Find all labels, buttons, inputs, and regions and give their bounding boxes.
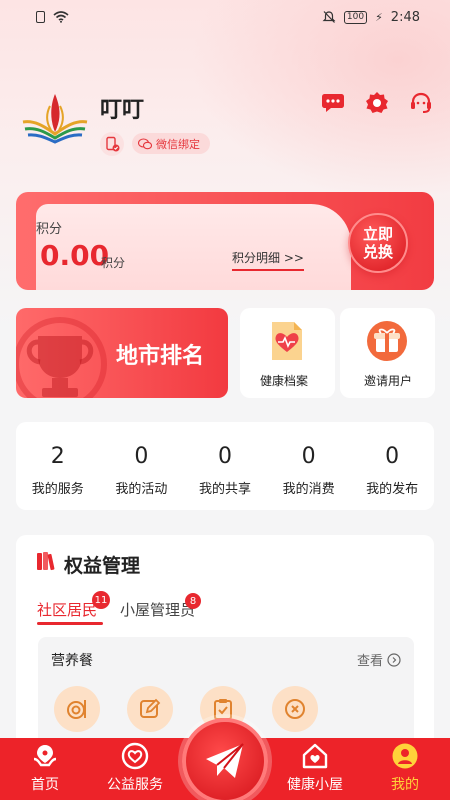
- nav-charity-label: 公益服务: [107, 777, 163, 793]
- phone-bound-badge[interactable]: [100, 132, 124, 156]
- home-icon: [33, 745, 57, 767]
- settings-button[interactable]: [364, 90, 390, 116]
- mute-icon: [322, 11, 336, 23]
- view-more-link[interactable]: 查看: [357, 650, 401, 669]
- organization-logo: [22, 94, 88, 144]
- meal-feature-button[interactable]: [54, 686, 100, 732]
- health-record-icon: [272, 322, 302, 360]
- stat-my-posts[interactable]: 0 我的发布: [350, 422, 434, 510]
- nav-profile[interactable]: 我的: [360, 738, 450, 800]
- paper-plane-icon: [206, 743, 244, 778]
- points-detail-link[interactable]: 积分明细 >>: [232, 249, 304, 271]
- customer-service-icon: [411, 92, 431, 113]
- username: 叮叮: [100, 98, 145, 123]
- profile-icon: [392, 743, 418, 769]
- cancel-feature-button[interactable]: [272, 686, 318, 732]
- nav-profile-label: 我的: [391, 777, 419, 793]
- message-icon: [322, 94, 344, 112]
- stat-value: 0: [385, 444, 400, 469]
- tab-house-admin[interactable]: 小屋管理员: [120, 599, 195, 620]
- view-more-label: 查看: [357, 654, 384, 669]
- city-ranking-label: 地市排名: [116, 344, 205, 369]
- books-icon: [37, 552, 55, 571]
- nav-health-house[interactable]: 健康小屋: [270, 738, 360, 800]
- cancel-circle-icon: [285, 699, 305, 719]
- charging-icon: ⚡: [375, 10, 383, 24]
- stat-value: 2: [50, 444, 65, 469]
- nav-charity[interactable]: 公益服务: [90, 738, 180, 800]
- tab-community-resident[interactable]: 社区居民: [37, 599, 97, 620]
- message-button[interactable]: [320, 90, 346, 116]
- rights-title: 权益管理: [64, 555, 141, 577]
- health-record-tile[interactable]: 健康档案: [240, 308, 335, 398]
- trophy-icon: [16, 317, 107, 398]
- chevron-right-icon: [387, 652, 401, 667]
- stat-my-activities[interactable]: 0 我的活动: [100, 422, 184, 510]
- phone-icon: [106, 136, 120, 152]
- health-record-label: 健康档案: [260, 374, 309, 388]
- wechat-bind-button[interactable]: 微信绑定: [132, 133, 210, 154]
- gift-icon: [367, 321, 407, 361]
- stat-value: 0: [217, 444, 232, 469]
- points-value: 0.00: [40, 239, 110, 272]
- edit-feature-button[interactable]: [127, 686, 173, 732]
- exchange-label-line1: 立即: [362, 225, 393, 243]
- stat-label: 我的共享: [198, 482, 251, 497]
- dining-icon: [67, 700, 86, 719]
- nav-home-label: 首页: [31, 777, 59, 793]
- nutrition-meal-title: 营养餐: [51, 653, 93, 669]
- sim-card-icon: [36, 11, 45, 23]
- stat-my-shares[interactable]: 0 我的共享: [183, 422, 267, 510]
- nav-health-house-label: 健康小屋: [287, 777, 343, 793]
- points-title: 积分: [36, 222, 63, 237]
- status-time: 2:48: [390, 9, 420, 25]
- invite-user-tile[interactable]: 邀请用户: [340, 308, 435, 398]
- header-actions: [320, 90, 434, 116]
- publish-fab-button[interactable]: [182, 718, 268, 800]
- edit-icon: [140, 698, 161, 718]
- settings-icon: [366, 92, 388, 113]
- tab-badge: 8: [185, 593, 201, 609]
- stat-label: 我的活动: [115, 482, 168, 497]
- stats-card: 2 我的服务 0 我的活动 0 我的共享 0 我的消费 0 我的发布: [16, 422, 434, 510]
- points-unit: 积分: [101, 256, 126, 270]
- active-tab-indicator: [37, 622, 103, 625]
- wifi-icon: [53, 11, 69, 23]
- exchange-label-line2: 兑换: [362, 243, 393, 261]
- stat-my-consumption[interactable]: 0 我的消费: [267, 422, 351, 510]
- wechat-icon: [138, 137, 152, 149]
- stat-value: 0: [301, 444, 316, 469]
- invite-user-label: 邀请用户: [364, 374, 413, 388]
- wechat-bind-label: 微信绑定: [156, 137, 200, 151]
- exchange-button[interactable]: 立即 兑换: [348, 213, 408, 273]
- charity-icon: [121, 742, 149, 770]
- health-house-icon: [302, 743, 328, 769]
- tab-badge: 11: [92, 591, 110, 609]
- stat-my-services[interactable]: 2 我的服务: [16, 422, 100, 510]
- customer-service-button[interactable]: [408, 90, 434, 116]
- stat-label: 我的消费: [282, 482, 335, 497]
- nav-home[interactable]: 首页: [0, 738, 90, 800]
- stat-label: 我的服务: [31, 482, 84, 497]
- battery-level: 100: [343, 10, 368, 24]
- status-bar: 100 ⚡ 2:48: [0, 0, 450, 34]
- stat-label: 我的发布: [366, 482, 419, 497]
- stat-value: 0: [134, 444, 149, 469]
